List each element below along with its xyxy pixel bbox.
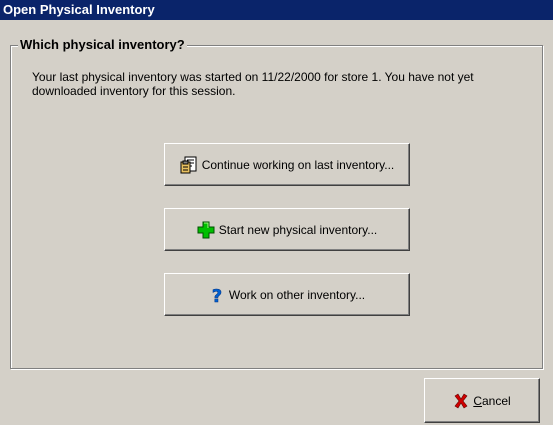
cancel-button-label: Cancel	[473, 394, 510, 408]
cancel-accelerator: C	[473, 393, 482, 408]
cancel-button[interactable]: Cancel	[424, 378, 540, 423]
cancel-label-rest: ancel	[481, 393, 511, 408]
work-button-label: Work on other inventory...	[228, 287, 366, 302]
start-new-inventory-button[interactable]: Start new physical inventory...	[164, 208, 410, 251]
start-button-label: Start new physical inventory...	[218, 222, 378, 237]
svg-text:?: ?	[212, 286, 222, 304]
continue-button-label: Continue working on last inventory...	[201, 157, 395, 172]
status-message: Your last physical inventory was started…	[32, 70, 474, 98]
title-bar[interactable]: Open Physical Inventory	[0, 0, 553, 20]
continue-last-inventory-button[interactable]: Continue working on last inventory...	[164, 143, 410, 186]
window-title: Open Physical Inventory	[3, 2, 155, 17]
groupbox-legend: Which physical inventory?	[18, 37, 187, 52]
green-plus-icon	[197, 221, 215, 239]
work-other-inventory-button[interactable]: ? Work on other inventory...	[164, 273, 410, 316]
red-x-icon	[453, 393, 469, 409]
question-mark-icon: ?	[209, 286, 225, 304]
dialog-window: Open Physical Inventory Which physical i…	[0, 0, 553, 425]
document-clipboard-icon	[180, 156, 198, 174]
